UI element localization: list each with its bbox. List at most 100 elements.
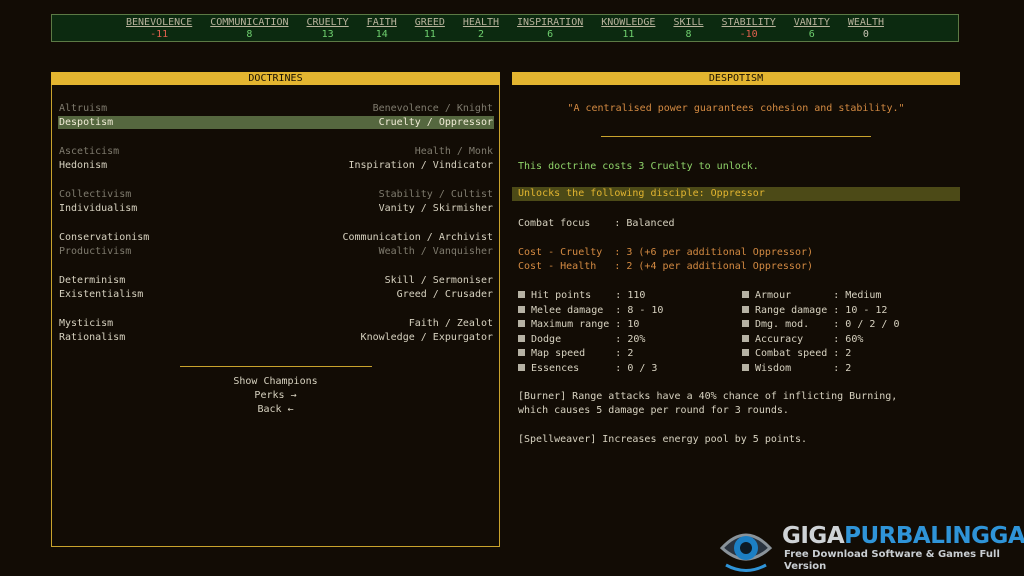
stat-skill: SKILL 8 [664,15,712,41]
doctrine-disciple: Cruelty / Oppressor [378,117,493,128]
doctrine-disciple: Greed / Crusader [396,289,493,300]
doctrine-row-existentialism[interactable]: Existentialism Greed / Crusader [58,288,494,301]
brand-part-b: PURBALINGGA [844,523,1024,549]
show-champions-button[interactable]: Show Champions [52,375,499,388]
stat-stability: STABILITY -10 [713,15,785,41]
back-button[interactable]: Back ← [52,403,499,416]
stat-value: 6 [547,29,554,40]
cost-cruelty-text: Cost - Cruelty : 3 (+6 per additional Op… [518,247,814,258]
doctrine-quote: "A centralised power guarantees cohesion… [567,103,905,114]
doctrine-disciple: Knowledge / Expurgator [360,332,493,343]
stat-value: 0 [862,29,869,40]
doctrines-panel: Altruism Benevolence / Knight Despotism Cru… [51,85,500,547]
stat-line: Armour : Medium [742,289,881,302]
stat-value: 14 [375,29,388,40]
doctrine-row-rationalism[interactable]: Rationalism Knowledge / Expurgator [58,331,494,344]
stat-line: Accuracy : 60% [742,333,863,346]
stat-text: Dodge : 20% [531,333,646,345]
stat-label: GREED [414,17,445,28]
doctrine-name: Collectivism [59,189,132,200]
divider [180,366,372,367]
stat-label: WEALTH [847,17,884,28]
stat-line: Wisdom : 2 [742,362,851,375]
stat-value: 2 [477,29,484,40]
spellweaver-trait-text: [Spellweaver] Increases energy pool by 5… [518,434,807,445]
divider [601,136,871,137]
stat-label: BENEVOLENCE [126,17,193,28]
stat-label: FAITH [366,17,397,28]
stat-line: Essences : 0 / 3 [518,362,657,375]
doctrine-row-conservationism[interactable]: Conservationism Communication / Archivist [58,231,494,244]
doctrine-detail-header: DESPOTISM [512,72,960,85]
burner-trait-text-2: which causes 5 damage per round for 3 ro… [518,405,789,416]
stat-label: COMMUNICATION [210,17,289,28]
doctrine-row-altruism[interactable]: Altruism Benevolence / Knight [58,102,494,115]
doctrine-name: Conservationism [59,232,150,243]
stat-inspiration: INSPIRATION 6 [508,15,592,41]
stat-line: Map speed : 2 [518,347,633,360]
stat-value: 11 [423,29,436,40]
stat-text: Map speed : 2 [531,348,634,359]
doctrine-disciple: Skill / Sermoniser [384,275,493,286]
doctrine-row-hedonism[interactable]: Hedonism Inspiration / Vindicator [58,159,494,172]
stat-label: HEALTH [462,17,500,28]
stat-text: Armour : Medium [755,290,882,301]
stat-label: VANITY [793,17,830,28]
doctrine-row-productivism[interactable]: Productivism Wealth / Vanquisher [58,245,494,258]
stat-value: 13 [321,29,334,40]
doctrine-name: Despotism [59,117,114,128]
stat-faith: FAITH 14 [358,15,406,41]
bullet-icon [518,363,525,371]
bullet-icon [742,291,749,298]
brand-part-a: GIGA [782,523,845,549]
doctrine-row-individualism[interactable]: Individualism Vanity / Skirmisher [58,202,494,215]
stat-label: INSPIRATION [517,17,584,28]
stat-line: Dmg. mod. : 0 / 2 / 0 [742,318,900,331]
doctrine-disciple: Communication / Archivist [342,232,493,243]
doctrine-disciple: Benevolence / Knight [372,103,493,114]
doctrine-row-mysticism[interactable]: Mysticism Faith / Zealot [58,317,494,330]
bullet-icon [742,349,749,356]
stat-communication: COMMUNICATION 8 [201,15,297,41]
bullet-icon [742,334,749,342]
doctrine-row-determinism[interactable]: Determinism Skill / Sermoniser [58,274,494,287]
doctrine-name: Determinism [59,275,126,286]
cost-health-text: Cost - Health : 2 (+4 per additional Opp… [518,261,814,272]
stat-health: HEALTH 2 [454,15,508,41]
stat-line: Hit points : 110 [518,289,645,302]
stat-knowledge: KNOWLEDGE 11 [592,15,664,41]
doctrine-name: Asceticism [59,146,120,157]
perks-button[interactable]: Perks → [52,389,499,402]
stat-vanity: VANITY 6 [785,15,839,41]
stat-text: Dmg. mod. : 0 / 2 / 0 [755,319,900,330]
doctrine-disciple: Inspiration / Vindicator [348,160,494,171]
unlocks-disciple-bar: Unlocks the following disciple: Oppresso… [512,187,960,201]
doctrine-disciple: Health / Monk [414,146,493,157]
stat-wealth: WEALTH 0 [839,15,893,41]
watermark-tagline: Free Download Software & Games Full Vers… [784,549,1000,572]
doctrine-row-collectivism[interactable]: Collectivism Stability / Cultist [58,188,494,201]
bullet-icon [518,291,525,298]
unlock-cost-text: This doctrine costs 3 Cruelty to unlock. [518,161,759,172]
stat-text: Accuracy : 60% [755,333,864,345]
bullet-icon [518,349,525,356]
stat-label: STABILITY [721,17,776,28]
stat-text: Melee damage : 8 - 10 [531,304,664,316]
doctrine-row-despotism[interactable]: Despotism Cruelty / Oppressor [58,116,494,129]
doctrine-disciple: Wealth / Vanquisher [378,246,493,257]
combat-focus-text: Combat focus : Balanced [518,218,675,229]
bullet-icon [742,363,749,371]
doctrine-name: Altruism [59,103,108,114]
bullet-icon [518,320,525,327]
stat-text: Wisdom : 2 [755,362,852,374]
doctrine-name: Productivism [59,246,132,257]
bullet-icon [742,320,749,327]
doctrine-disciple: Stability / Cultist [378,189,493,200]
doctrine-name: Mysticism [59,318,114,329]
doctrine-row-asceticism[interactable]: Asceticism Health / Monk [58,145,494,158]
stat-value: 6 [808,29,815,40]
stat-value: 8 [685,29,692,40]
doctrines-header: DOCTRINES [51,72,500,85]
doctrine-name: Individualism [59,203,138,214]
eye-logo-icon [719,533,773,572]
